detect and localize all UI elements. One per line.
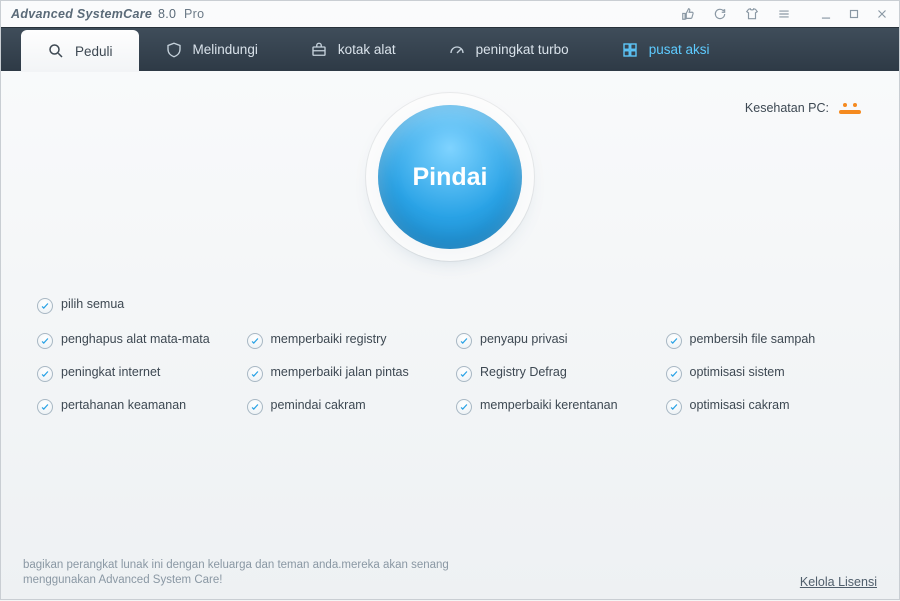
- tab-care-label: Peduli: [75, 44, 113, 59]
- app-edition: Pro: [184, 7, 204, 21]
- check-icon: [247, 366, 263, 382]
- tab-toolbox[interactable]: kotak alat: [284, 28, 422, 71]
- check-icon: [456, 366, 472, 382]
- tab-toolbox-label: kotak alat: [338, 42, 396, 57]
- option-junk[interactable]: pembersih file sampah: [666, 332, 864, 349]
- option-registry-fix[interactable]: memperbaiki registry: [247, 332, 445, 349]
- option-label: Registry Defrag: [480, 365, 567, 381]
- option-sys-opt[interactable]: optimisasi sistem: [666, 365, 864, 382]
- check-icon: [456, 333, 472, 349]
- check-icon: [37, 298, 53, 314]
- titlebar-actions: [681, 7, 889, 21]
- nav-tabs: Peduli Melindungi kotak alat peningkat t…: [1, 27, 899, 71]
- tab-turbo-label: peningkat turbo: [476, 42, 569, 57]
- option-label: pertahanan keamanan: [61, 398, 186, 414]
- menu-icon[interactable]: [777, 7, 791, 21]
- thumbs-up-icon[interactable]: [681, 7, 695, 21]
- titlebar: Advanced SystemCare 8.0 Pro: [1, 1, 899, 27]
- check-icon: [37, 399, 53, 415]
- option-privacy[interactable]: penyapu privasi: [456, 332, 654, 349]
- maximize-icon[interactable]: [847, 7, 861, 21]
- option-label: pembersih file sampah: [690, 332, 816, 348]
- check-icon: [666, 399, 682, 415]
- app-window: Advanced SystemCare 8.0 Pro Peduli Melin…: [0, 0, 900, 600]
- option-spyware[interactable]: penghapus alat mata-mata: [37, 332, 235, 349]
- toolbox-icon: [310, 41, 328, 59]
- minimize-icon[interactable]: [819, 7, 833, 21]
- check-icon: [37, 366, 53, 382]
- tab-care[interactable]: Peduli: [21, 30, 139, 72]
- window-controls: [819, 7, 889, 21]
- search-icon: [47, 42, 65, 60]
- option-disk-scan[interactable]: pemindai cakram: [247, 398, 445, 415]
- face-neutral-icon: [837, 103, 863, 114]
- gauge-icon: [448, 41, 466, 59]
- check-icon: [666, 333, 682, 349]
- option-internet[interactable]: peningkat internet: [37, 365, 235, 382]
- check-icon: [247, 333, 263, 349]
- scan-area: Pindai: [23, 71, 877, 249]
- app-name: Advanced SystemCare: [11, 7, 152, 21]
- app-version: 8.0: [158, 7, 176, 21]
- pc-health: Kesehatan PC:: [745, 101, 863, 115]
- check-icon: [37, 333, 53, 349]
- option-registry-defrag[interactable]: Registry Defrag: [456, 365, 654, 382]
- tab-action-center[interactable]: pusat aksi: [595, 28, 736, 71]
- tab-action-center-label: pusat aksi: [649, 42, 710, 57]
- option-disk-opt[interactable]: optimisasi cakram: [666, 398, 864, 415]
- refresh-icon[interactable]: [713, 7, 727, 21]
- options-grid: penghapus alat mata-mata memperbaiki reg…: [23, 332, 877, 415]
- option-label: penghapus alat mata-mata: [61, 332, 210, 348]
- pc-health-label: Kesehatan PC:: [745, 101, 829, 115]
- scan-button-label: Pindai: [412, 163, 487, 192]
- app-title: Advanced SystemCare 8.0 Pro: [11, 7, 204, 21]
- scan-button[interactable]: Pindai: [378, 105, 522, 249]
- option-label: memperbaiki registry: [271, 332, 387, 348]
- option-label: memperbaiki kerentanan: [480, 398, 618, 414]
- check-icon: [666, 366, 682, 382]
- select-all-label: pilih semua: [61, 297, 124, 313]
- share-text: bagikan perangkat lunak ini dengan kelua…: [23, 558, 503, 589]
- option-label: optimisasi sistem: [690, 365, 785, 381]
- check-icon: [456, 399, 472, 415]
- close-icon[interactable]: [875, 7, 889, 21]
- manage-license-link[interactable]: Kelola Lisensi: [800, 575, 877, 589]
- option-label: optimisasi cakram: [690, 398, 790, 414]
- option-label: penyapu privasi: [480, 332, 568, 348]
- tab-turbo[interactable]: peningkat turbo: [422, 28, 595, 71]
- grid-icon: [621, 41, 639, 59]
- option-label: memperbaiki jalan pintas: [271, 365, 409, 381]
- option-label: peningkat internet: [61, 365, 160, 381]
- option-shortcut[interactable]: memperbaiki jalan pintas: [247, 365, 445, 382]
- option-label: pemindai cakram: [271, 398, 366, 414]
- tab-protect[interactable]: Melindungi: [139, 28, 284, 71]
- footer: bagikan perangkat lunak ini dengan kelua…: [23, 558, 877, 589]
- check-icon: [247, 399, 263, 415]
- tab-protect-label: Melindungi: [193, 42, 258, 57]
- shirt-icon[interactable]: [745, 7, 759, 21]
- scan-options: pilih semua penghapus alat mata-mata mem…: [23, 297, 877, 415]
- shield-icon: [165, 41, 183, 59]
- content-area: Kesehatan PC: Pindai pilih semua penghap…: [1, 71, 899, 601]
- option-vulnerability[interactable]: memperbaiki kerentanan: [456, 398, 654, 415]
- option-security[interactable]: pertahanan keamanan: [37, 398, 235, 415]
- select-all-checkbox[interactable]: pilih semua: [37, 297, 877, 314]
